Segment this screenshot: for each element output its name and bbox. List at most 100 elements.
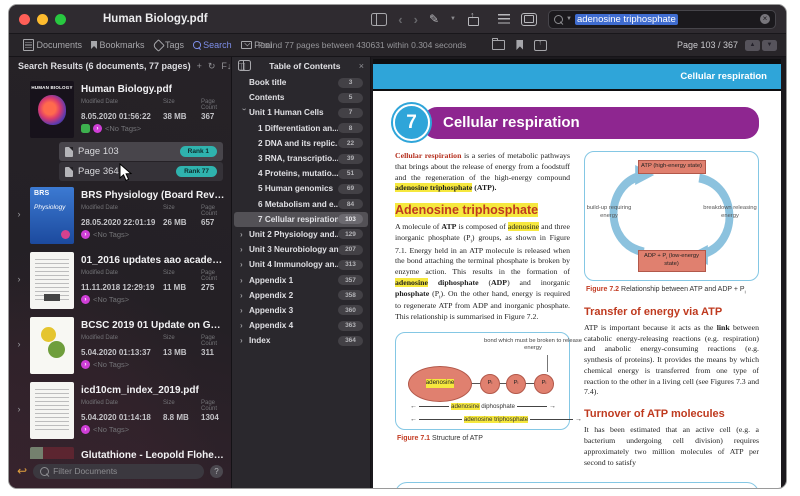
toc-item[interactable]: Book title 3 [234,75,368,90]
add-search-icon[interactable]: + [197,61,202,71]
document-result-row[interactable]: › GSH Glutathione - Leopold Flohe.pdf Mo… [9,442,231,459]
chevron-right-icon[interactable]: › [240,291,249,300]
tag-badge-icon[interactable]: › [81,360,90,369]
toc-item[interactable]: › Appendix 3 360 [234,303,368,318]
clear-search-icon[interactable]: × [760,14,770,24]
export-icon[interactable] [534,39,548,51]
previous-result-button[interactable]: ▲ [745,39,760,51]
document-thumbnail[interactable]: GSH [30,447,74,459]
annotate-dropdown-icon[interactable]: ▼ [450,16,456,22]
toc-item[interactable]: › Unit 1 Human Cells 7 [234,105,368,120]
toc-item[interactable]: › Appendix 4 363 [234,318,368,333]
chevron-right-icon[interactable]: › [240,276,249,285]
tab-search[interactable]: Search [193,40,232,50]
annotate-pen-icon[interactable]: ✎ [429,13,439,25]
search-input-value[interactable]: adenosine triphosphate [574,13,678,25]
search-options-caret-icon[interactable]: ▼ [566,16,572,22]
next-result-button[interactable]: ▼ [762,39,777,51]
toc-item[interactable]: 2 DNA and its replic... 22 [234,136,368,151]
redo-arrow-icon[interactable]: ↪ [17,464,27,478]
document-thumbnail[interactable] [30,317,74,374]
chevron-right-icon[interactable]: › [240,306,249,315]
tag-badge-icon[interactable]: › [81,425,90,434]
tag-badge-icon[interactable]: › [93,124,102,133]
chevron-right-icon[interactable]: › [240,230,249,239]
search-field[interactable]: ▼ adenosine triphosphate × [548,9,776,29]
toolbar: ‹ › ✎ ▼ ▼ adenosine triphosphate × [371,9,776,29]
document-result-row[interactable]: › HUMAN BIOLOGY Human Biology.pdf Modifi… [9,76,231,141]
help-button[interactable]: ? [210,464,223,478]
figure-7-2-caption: Figure 7.2 Relationship between ATP and … [586,286,746,295]
chevron-right-icon[interactable]: › [240,336,249,345]
page-result-label: Page 103 [78,146,119,157]
toc-item[interactable]: › Unit 2 Physiology and... 129 [234,227,368,242]
chevron-down-icon[interactable]: › [240,108,249,117]
tab-documents[interactable]: Documents [23,39,82,51]
filter-bar: ↪ Filter Documents ? [9,459,231,488]
modified-date: 5.04.2020 01:13:37 [81,348,151,357]
filter-documents-input[interactable]: Filter Documents [33,463,204,479]
search-tab-icon [193,41,201,49]
forward-button[interactable]: › [414,13,418,26]
toc-item[interactable]: 1 Differentiation an... 8 [234,121,368,136]
share-icon[interactable] [467,10,479,26]
tag-badge-icon[interactable]: › [81,230,90,239]
document-result-row[interactable]: › icd10cm_index_2019.pdf Modified Date Si… [9,377,231,442]
triphosphate-span-arrow: ← adenosine triphosphate → [410,415,582,424]
close-icon[interactable]: × [359,61,364,71]
document-title: BRS Physiology (Board Review Series) 7th… [81,190,225,201]
document-result-row[interactable]: › BRS Physiology BRS Physiology (Board Re… [9,182,231,247]
toc-panel-icon[interactable] [238,60,251,71]
page-number-pill: 22 [338,138,363,149]
chevron-right-icon[interactable]: › [240,245,249,254]
folder-icon[interactable] [492,38,506,50]
toc-item[interactable]: 6 Metabolism and e... 84 [234,197,368,212]
right-column: ATP (high-energy state) ADP + Pi (low-en… [584,151,759,468]
pdf-page: Cellular respiration 7 Cellular respirat… [373,59,781,488]
chevron-right-icon[interactable]: › [15,404,23,439]
search-results-sidebar: Search Results (6 documents, 77 pages) +… [9,57,246,488]
toc-item[interactable]: 3 RNA, transcriptio... 39 [234,151,368,166]
document-thumbnail[interactable] [30,382,74,439]
tag-badge-icon[interactable]: › [81,295,90,304]
chevron-right-icon[interactable]: › [15,209,23,244]
tab-tags[interactable]: Tags [151,38,184,52]
zoom-window-button[interactable] [55,13,66,25]
sort-icon[interactable]: F↓ [221,61,231,71]
toc-item[interactable]: Contents 5 [234,90,368,105]
toc-item-selected[interactable]: 7 Cellular respiration 103 [234,211,368,227]
close-window-button[interactable] [19,13,30,25]
document-result-row[interactable]: › BCSC 2019 01 Update on General.pdf Mod… [9,312,231,377]
toc-item[interactable]: › Unit 4 Immunology an... 313 [234,257,368,272]
minimize-window-button[interactable] [37,13,48,25]
back-button[interactable]: ‹ [398,13,402,26]
list-view-icon[interactable] [498,14,510,24]
page-count: 1304 [201,413,219,422]
document-result-row[interactable]: › 01_2016 updates aao academy Basic_and_… [9,247,231,312]
document-thumbnail[interactable]: BRS Physiology [30,187,74,244]
bookmark-icon[interactable] [516,40,524,50]
toggle-sidebar-icon[interactable] [371,12,388,26]
toc-item[interactable]: › Appendix 1 357 [234,272,368,287]
toc-item[interactable]: 5 Human genomics 69 [234,181,368,196]
reading-view-icon[interactable] [521,12,537,26]
page-result-row[interactable]: Page 364 Rank 77 [59,162,223,181]
chevron-right-icon[interactable]: › [240,260,249,269]
tab-bookmarks[interactable]: Bookmarks [91,40,145,50]
document-thumbnail[interactable]: HUMAN BIOLOGY [30,81,74,138]
page-columns: Cellular respiration is a series of meta… [395,151,759,468]
chevron-right-icon[interactable]: › [15,274,23,309]
chevron-right-icon[interactable]: › [240,321,249,330]
toc-item[interactable]: › Unit 3 Neurobiology an... 207 [234,242,368,257]
file-size: 38 MB [163,112,187,121]
toc-item[interactable]: › Index 364 [234,333,368,348]
toc-item[interactable]: › Appendix 2 358 [234,288,368,303]
documents-icon [23,39,34,51]
document-viewer[interactable]: Cellular respiration 7 Cellular respirat… [371,57,786,488]
document-thumbnail[interactable] [30,252,74,309]
history-icon[interactable]: ↻ [208,61,216,71]
toc-item[interactable]: 4 Proteins, mutatio... 51 [234,166,368,181]
page-result-row[interactable]: Page 103 Rank 1 [59,142,223,161]
chevron-right-icon[interactable]: › [15,339,23,374]
search-results-header: Search Results (6 documents, 77 pages) +… [9,57,246,73]
